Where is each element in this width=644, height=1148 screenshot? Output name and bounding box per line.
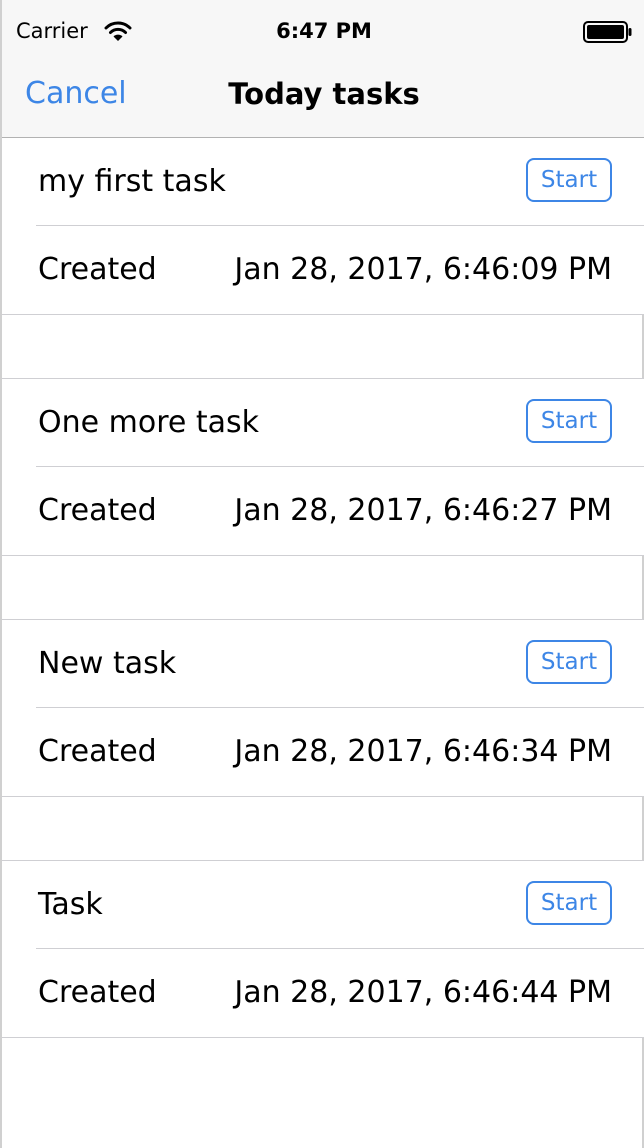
- status-bar: Carrier 6:47 PM: [2, 0, 644, 60]
- row-divider: [36, 948, 644, 949]
- start-button[interactable]: Start: [526, 399, 612, 443]
- row-divider: [36, 466, 644, 467]
- created-timestamp: Jan 28, 2017, 6:46:09 PM: [234, 252, 612, 287]
- created-label: Created: [38, 493, 157, 528]
- task-card: One more task Start Created Jan 28, 2017…: [2, 378, 644, 556]
- section-divider: [2, 796, 644, 797]
- task-name: Task: [38, 887, 103, 922]
- task-card: Task Start Created Jan 28, 2017, 6:46:44…: [2, 860, 644, 1038]
- start-button[interactable]: Start: [526, 640, 612, 684]
- created-timestamp: Jan 28, 2017, 6:46:34 PM: [234, 734, 612, 769]
- created-timestamp: Jan 28, 2017, 6:46:27 PM: [234, 493, 612, 528]
- created-timestamp: Jan 28, 2017, 6:46:44 PM: [234, 975, 612, 1010]
- status-time: 6:47 PM: [276, 19, 372, 43]
- section-divider: [2, 555, 644, 556]
- navigation-bar: Cancel Today tasks: [2, 60, 644, 138]
- task-card: New task Start Created Jan 28, 2017, 6:4…: [2, 619, 644, 797]
- task-card: my first task Start Created Jan 28, 2017…: [2, 138, 644, 315]
- row-divider: [36, 225, 644, 226]
- task-name: One more task: [38, 405, 260, 440]
- section-divider: [2, 1037, 644, 1038]
- row-divider: [36, 707, 644, 708]
- task-list: my first task Start Created Jan 28, 2017…: [2, 138, 644, 1038]
- battery-full-icon: [583, 21, 632, 43]
- task-name: New task: [38, 646, 177, 681]
- start-button[interactable]: Start: [526, 881, 612, 925]
- task-name: my first task: [38, 164, 226, 199]
- created-label: Created: [38, 975, 157, 1010]
- created-label: Created: [38, 734, 157, 769]
- start-button[interactable]: Start: [526, 158, 612, 202]
- page-title: Today tasks: [228, 77, 420, 111]
- section-divider: [2, 314, 644, 315]
- app-screen: Carrier 6:47 PM Cancel Today tasks my fi…: [0, 0, 644, 1148]
- created-label: Created: [38, 252, 157, 287]
